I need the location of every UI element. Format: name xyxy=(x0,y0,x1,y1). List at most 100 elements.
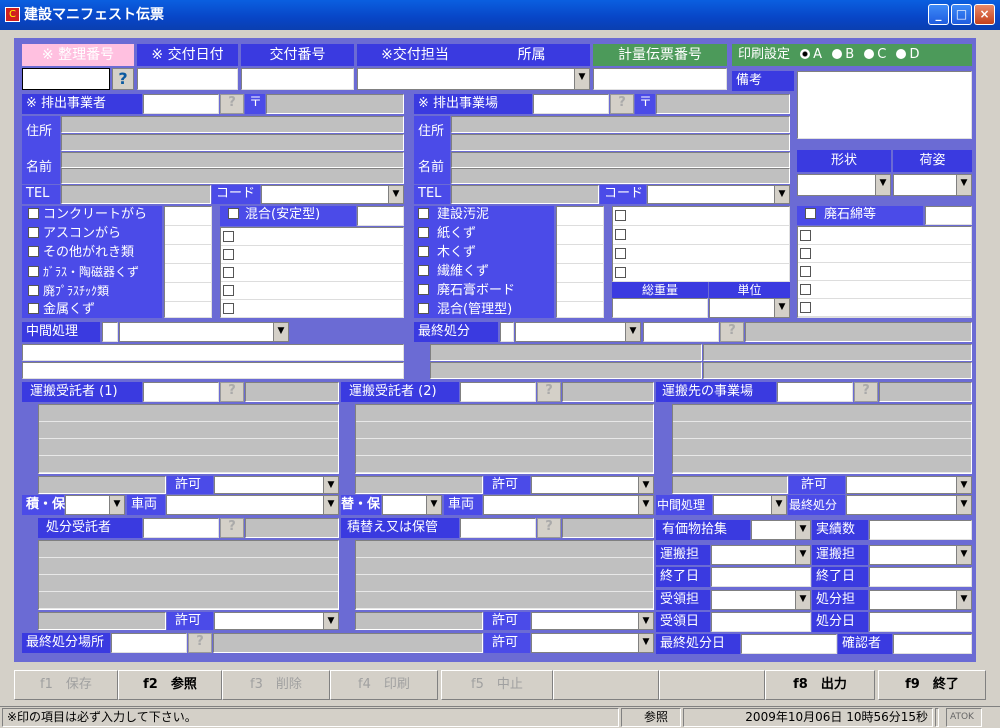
kyoka-select[interactable]: ▼ xyxy=(531,476,654,494)
checkbox[interactable] xyxy=(223,303,234,314)
checkbox[interactable] xyxy=(615,210,626,221)
saishu-basho-code-input[interactable] xyxy=(111,633,187,653)
checkbox[interactable] xyxy=(800,284,811,295)
shobun-bi-input[interactable] xyxy=(869,612,972,632)
unpan-dest-code-input[interactable] xyxy=(777,382,853,402)
haishutsu-jigyojo-code-input[interactable] xyxy=(533,94,609,114)
kofu-no-input[interactable] xyxy=(241,68,354,90)
mixed-stable-amount[interactable] xyxy=(357,206,404,226)
checkbox[interactable] xyxy=(418,284,429,295)
code-select[interactable]: ▼ xyxy=(647,185,790,204)
chukan-shori-select[interactable]: ▼ xyxy=(713,495,787,515)
juryo-bi-input[interactable] xyxy=(711,612,811,632)
checkbox[interactable] xyxy=(28,227,39,238)
waste-b-item[interactable]: 建設汚泥 xyxy=(414,206,554,225)
checkbox[interactable] xyxy=(228,208,239,219)
search-icon[interactable]: ? xyxy=(854,382,878,402)
waste-b-item[interactable]: 廃石膏ボード xyxy=(414,282,554,301)
search-icon[interactable]: ? xyxy=(610,94,634,114)
print-radio-c[interactable] xyxy=(864,48,875,59)
unit-select[interactable]: ▼ xyxy=(709,298,790,318)
checkbox[interactable] xyxy=(615,248,626,259)
checkbox[interactable] xyxy=(28,285,39,296)
saishu-code-input[interactable] xyxy=(500,322,514,342)
mixed-stable-list[interactable] xyxy=(220,227,404,318)
checkbox[interactable] xyxy=(615,267,626,278)
f9-exit-button[interactable]: f9 終了 xyxy=(878,670,986,700)
shape-select[interactable]: ▼ xyxy=(797,174,891,196)
waste-b-amounts[interactable] xyxy=(556,206,604,318)
biko-input[interactable] xyxy=(797,71,972,139)
checkbox[interactable] xyxy=(800,230,811,241)
search-icon[interactable]: ? xyxy=(537,518,561,538)
search-icon[interactable]: ? xyxy=(220,382,244,402)
search-icon[interactable]: ? xyxy=(220,518,244,538)
unpan1-code-input[interactable] xyxy=(143,382,219,402)
f7-empty-button[interactable] xyxy=(659,670,765,700)
minimize-button[interactable]: _ xyxy=(928,4,949,25)
kakuninsha-input[interactable] xyxy=(893,634,972,654)
checkbox[interactable] xyxy=(418,303,429,314)
waste-a-item[interactable]: ｶﾞﾗｽ・陶磁器くず xyxy=(22,263,162,282)
checkbox[interactable] xyxy=(418,227,429,238)
sharyo-select[interactable]: ▼ xyxy=(166,495,339,515)
shobun-tan-select[interactable]: ▼ xyxy=(869,590,972,610)
waste-b-item[interactable]: 混合(管理型) xyxy=(414,301,554,320)
unpan2-code-input[interactable] xyxy=(460,382,536,402)
checkbox[interactable] xyxy=(223,267,234,278)
seiri-help-button[interactable]: ? xyxy=(112,68,134,90)
kyoka-select[interactable]: ▼ xyxy=(531,612,654,630)
f8-output-button[interactable]: f8 出力 xyxy=(765,670,875,700)
waste-a-amounts[interactable] xyxy=(164,206,212,318)
f1-save-button[interactable]: f1 保存 xyxy=(14,670,118,700)
kyoka-select[interactable]: ▼ xyxy=(846,476,972,494)
haishutsu-jigyosha-code-input[interactable] xyxy=(143,94,219,114)
kae-ho-select[interactable]: ▼ xyxy=(382,495,442,515)
waste-b-extra-list[interactable] xyxy=(612,206,790,282)
checkbox[interactable] xyxy=(418,265,429,276)
f5-cancel-button[interactable]: f5 中止 xyxy=(441,670,553,700)
search-icon[interactable]: ? xyxy=(188,633,212,653)
maximize-button[interactable]: □ xyxy=(951,4,972,25)
total-weight-input[interactable] xyxy=(612,298,708,318)
checkbox[interactable] xyxy=(28,303,39,314)
print-radio-a[interactable] xyxy=(800,48,811,59)
kofu-date-input[interactable] xyxy=(137,68,238,90)
checkbox[interactable] xyxy=(223,249,234,260)
search-icon[interactable]: ? xyxy=(537,382,561,402)
waste-a-item[interactable]: 金属くず xyxy=(22,301,162,320)
waste-a-item[interactable]: アスコンがら xyxy=(22,225,162,244)
shuryo-input[interactable] xyxy=(711,567,811,587)
checkbox[interactable] xyxy=(223,231,234,242)
saishu-select[interactable]: ▼ xyxy=(515,322,641,342)
f2-reference-button[interactable]: f2 参照 xyxy=(118,670,222,700)
jisseki-input[interactable] xyxy=(869,520,972,540)
seiri-input[interactable] xyxy=(22,68,110,90)
waste-b-item[interactable]: 木くず xyxy=(414,244,554,263)
checkbox[interactable] xyxy=(418,246,429,257)
checkbox[interactable] xyxy=(28,208,39,219)
checkbox[interactable] xyxy=(805,208,816,219)
checkbox[interactable] xyxy=(223,285,234,296)
keiryo-input[interactable] xyxy=(593,68,727,90)
waste-a-item[interactable]: 廃ﾌﾟﾗｽﾁｯｸ類 xyxy=(22,282,162,301)
f3-delete-button[interactable]: f3 削除 xyxy=(222,670,330,700)
chukan-select[interactable]: ▼ xyxy=(119,322,289,342)
checkbox[interactable] xyxy=(418,208,429,219)
shobun-jutaku-code-input[interactable] xyxy=(143,518,219,538)
unpan-tan-select-2[interactable]: ▼ xyxy=(869,545,972,565)
checkbox[interactable] xyxy=(28,246,39,257)
saishu-shobun-select[interactable]: ▼ xyxy=(846,495,972,515)
search-icon[interactable]: ? xyxy=(220,94,244,114)
tsumi-ho-select[interactable]: ▼ xyxy=(65,495,125,515)
kyoka-select[interactable]: ▼ xyxy=(214,476,339,494)
kyoka-select[interactable]: ▼ xyxy=(531,633,654,653)
unpan-tan-select[interactable]: ▼ xyxy=(711,545,811,565)
checkbox[interactable] xyxy=(800,266,811,277)
checkbox[interactable] xyxy=(615,229,626,240)
checkbox[interactable] xyxy=(800,248,811,259)
checkbox[interactable] xyxy=(28,266,39,277)
nisugata-select[interactable]: ▼ xyxy=(893,174,972,196)
kyoka-select[interactable]: ▼ xyxy=(214,612,339,630)
asbestos-amount[interactable] xyxy=(925,206,972,225)
